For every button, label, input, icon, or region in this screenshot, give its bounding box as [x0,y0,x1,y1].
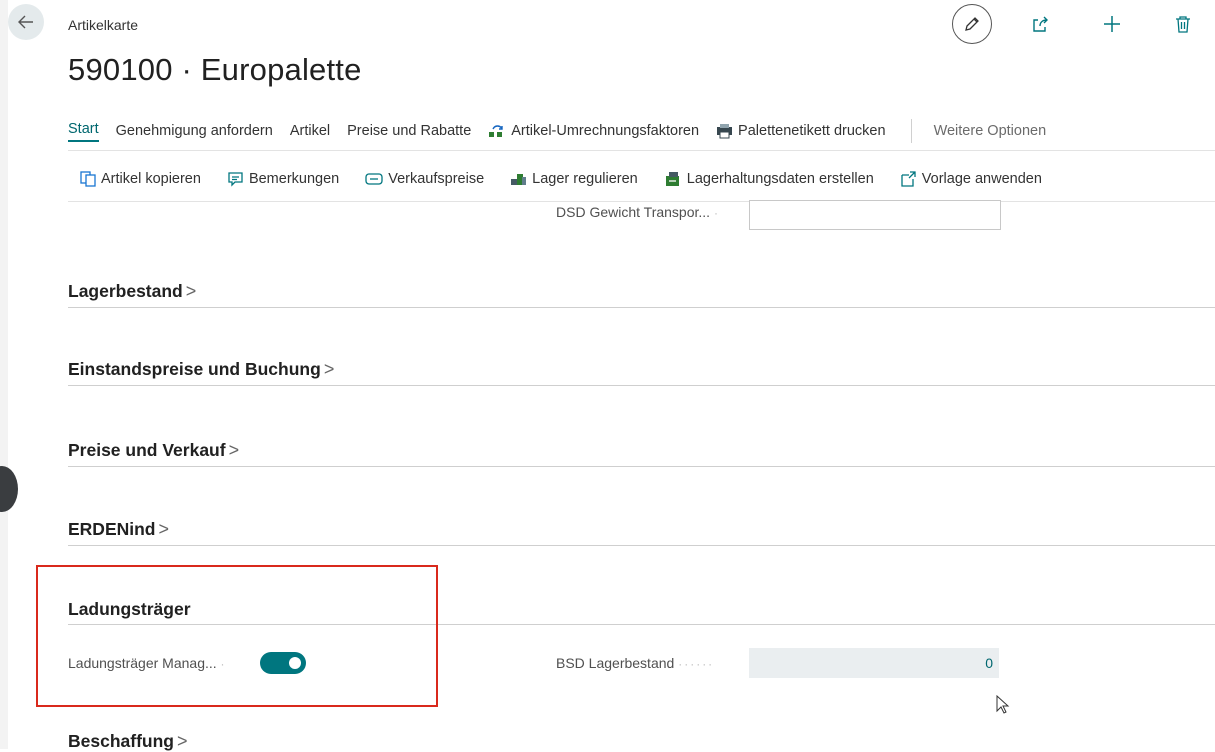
section-lagerbestand[interactable]: Lagerbestand > [68,281,196,302]
bsd-lagerbestand-value[interactable]: 0 [749,648,999,678]
apply-template-button[interactable]: Vorlage anwenden [900,171,1042,187]
create-stockkeeping-icon [665,172,679,186]
more-options-tab[interactable]: Weitere Optionen [934,123,1047,139]
adjust-inventory-icon [511,174,527,185]
chevron-right-icon: > [323,359,335,379]
tab-genehmigung[interactable]: Genehmigung anfordern [116,123,273,139]
copy-icon [80,171,96,187]
side-panel-handle[interactable] [0,466,18,512]
divider [68,150,1215,151]
delete-button[interactable] [1171,12,1195,36]
section-divider [68,466,1215,467]
tab-palettenetikett[interactable]: Palettenetikett drucken [716,123,886,139]
section-erdenind[interactable]: ERDENind > [68,519,169,540]
back-arrow-icon [18,15,33,29]
sales-prices-button[interactable]: Verkaufspreise [365,171,484,187]
tab-separator [910,119,912,143]
apply-template-icon [901,171,916,187]
chevron-right-icon: > [185,281,197,301]
divider [68,201,1215,202]
section-divider [68,385,1215,386]
dsd-gewicht-input[interactable] [749,200,1001,230]
create-stockkeeping-button[interactable]: Lagerhaltungsdaten erstellen [664,171,874,187]
mouse-cursor-icon [996,695,1010,714]
command-bar: Artikel kopieren Bemerkungen Verkaufspre… [80,166,1068,192]
page-title: 590100 · Europalette [68,52,362,87]
trash-icon [1176,16,1190,33]
edit-button[interactable] [952,4,992,44]
back-button[interactable] [8,4,44,40]
highlight-annotation [36,565,438,707]
tab-preise-rabatte[interactable]: Preise und Rabatte [347,123,471,139]
comments-button[interactable]: Bemerkungen [227,171,339,187]
tab-start[interactable]: Start [68,121,99,142]
comment-icon [228,172,243,187]
left-rail [0,0,8,749]
section-einstandspreise[interactable]: Einstandspreise und Buchung > [68,359,334,380]
section-preise-verkauf[interactable]: Preise und Verkauf > [68,440,239,461]
tab-artikel[interactable]: Artikel [290,123,330,139]
dsd-gewicht-label: DSD Gewicht Transpor... · [556,204,720,220]
breadcrumb: Artikelkarte [68,17,139,33]
chevron-right-icon: > [158,519,170,539]
pencil-icon [965,17,979,31]
copy-item-button[interactable]: Artikel kopieren [80,171,201,187]
share-button[interactable] [1028,12,1052,36]
section-divider [68,307,1215,308]
field-dots: ······ [678,657,715,671]
share-icon [1033,16,1048,32]
section-divider [68,545,1215,546]
price-tag-icon [365,173,383,185]
unit-conversion-icon [489,125,503,137]
plus-icon [1104,16,1120,32]
print-label-icon [717,124,733,139]
bsd-lagerbestand-label: BSD Lagerbestand ······ [556,655,715,671]
field-dots: · [713,206,720,220]
chevron-right-icon: > [228,440,240,460]
tab-umrechnungsfaktoren[interactable]: Artikel-Umrechnungsfaktoren [488,123,699,139]
action-tabs: Start Genehmigung anfordern Artikel Prei… [68,118,1063,144]
adjust-inventory-button[interactable]: Lager regulieren [510,171,638,187]
new-button[interactable] [1100,12,1124,36]
